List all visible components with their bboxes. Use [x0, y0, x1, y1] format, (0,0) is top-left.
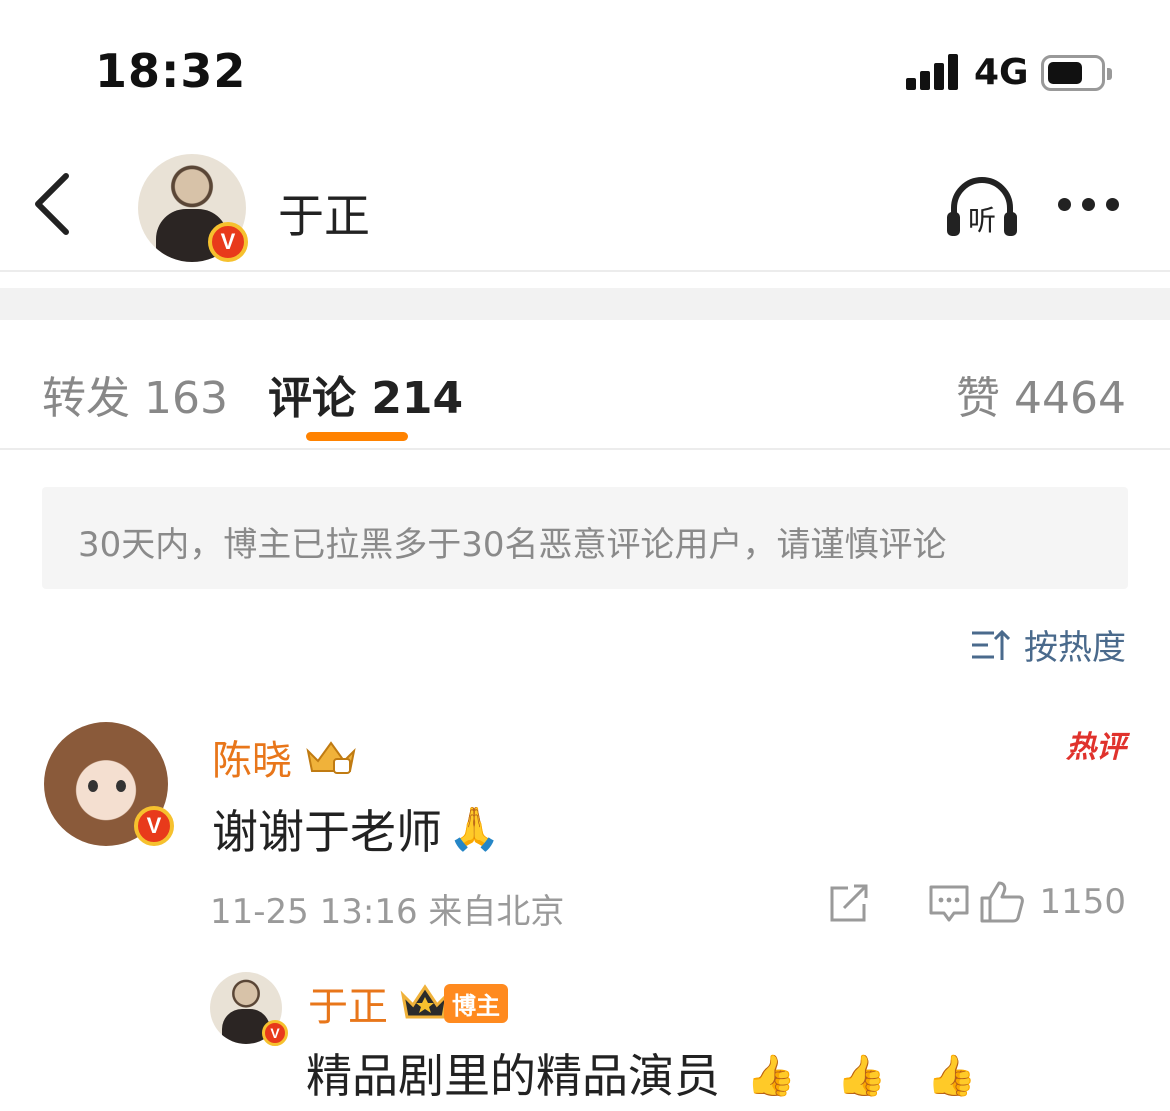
share-icon	[830, 884, 868, 922]
pray-emoji-icon: 🙏	[448, 804, 501, 853]
comment-text: 谢谢于老师	[212, 805, 442, 859]
verified-badge-icon: V	[262, 1020, 288, 1046]
thumbs-emoji-group: 👍 👍 👍	[720, 1046, 977, 1100]
thumbs-up-emoji-icon: 👍	[746, 1053, 796, 1099]
comment-text-row: 谢谢于老师 🙏	[212, 796, 500, 862]
listen-label: 听	[968, 204, 996, 237]
blogger-badge: 博主	[400, 983, 508, 1023]
like-comment-button[interactable]: 1150	[979, 880, 1126, 924]
tab-comment[interactable]: 评论 214	[268, 362, 463, 426]
reply-author-avatar[interactable]: V	[210, 972, 288, 1046]
active-tab-indicator	[306, 432, 408, 441]
crown-icon	[400, 984, 450, 1019]
notice-text: 30天内，博主已拉黑多于30名恶意评论用户，请谨慎评论	[78, 525, 947, 565]
reply-comment-button[interactable]	[928, 884, 970, 924]
blogger-tag: 博主	[444, 983, 508, 1023]
verified-badge-icon: V	[134, 806, 174, 846]
commenter-name[interactable]: 陈晓	[212, 728, 292, 786]
comment-notice: 30天内，博主已拉黑多于30名恶意评论用户，请谨慎评论	[42, 487, 1128, 589]
battery-icon	[1041, 55, 1112, 91]
comment-meta: 11-25 13:16 来自北京	[210, 892, 565, 932]
reply-author-row: 于正 博主	[308, 974, 508, 1032]
status-time: 18:32	[95, 44, 247, 98]
thumbs-up-emoji-icon: 👍	[926, 1053, 977, 1099]
sort-icon	[972, 629, 1010, 660]
comment-icon	[929, 885, 969, 922]
commenter-name-row: 陈晓	[212, 728, 358, 786]
sort-by-hot-button[interactable]: 按热度	[970, 620, 1126, 669]
listen-headphones-icon[interactable]: 听	[944, 172, 1020, 242]
tab-like[interactable]: 赞 4464	[956, 362, 1126, 426]
author-avatar[interactable]: V	[138, 154, 248, 262]
back-arrow-icon[interactable]	[30, 172, 80, 236]
status-bar: 18:32 4G	[0, 0, 1170, 130]
more-options-icon[interactable]	[1058, 196, 1130, 216]
author-name[interactable]: 于正	[278, 180, 370, 246]
verified-badge-icon: V	[208, 222, 248, 262]
like-count: 1150	[1039, 882, 1126, 922]
repost-comment-button[interactable]	[828, 884, 870, 924]
commenter-avatar[interactable]: V	[44, 722, 174, 846]
thumbs-up-emoji-icon: 👍	[836, 1053, 887, 1099]
hot-comment-badge: 热评	[1066, 730, 1126, 765]
tab-repost[interactable]: 转发 163	[42, 362, 228, 426]
post-tabs: 转发 163 评论 214 赞 4464	[0, 320, 1170, 450]
reply-author-name[interactable]: 于正	[308, 974, 388, 1032]
reply-text-row: 精品剧里的精品演员 👍 👍 👍	[306, 1040, 977, 1106]
section-divider	[0, 288, 1170, 320]
network-type: 4G	[974, 52, 1029, 93]
reply-text: 精品剧里的精品演员	[306, 1049, 720, 1103]
thumbs-up-icon	[980, 881, 1025, 923]
post-header: V 于正 听	[0, 140, 1170, 272]
sort-label: 按热度	[1024, 628, 1126, 668]
signal-icon	[906, 54, 958, 90]
crown-icon	[306, 741, 356, 774]
